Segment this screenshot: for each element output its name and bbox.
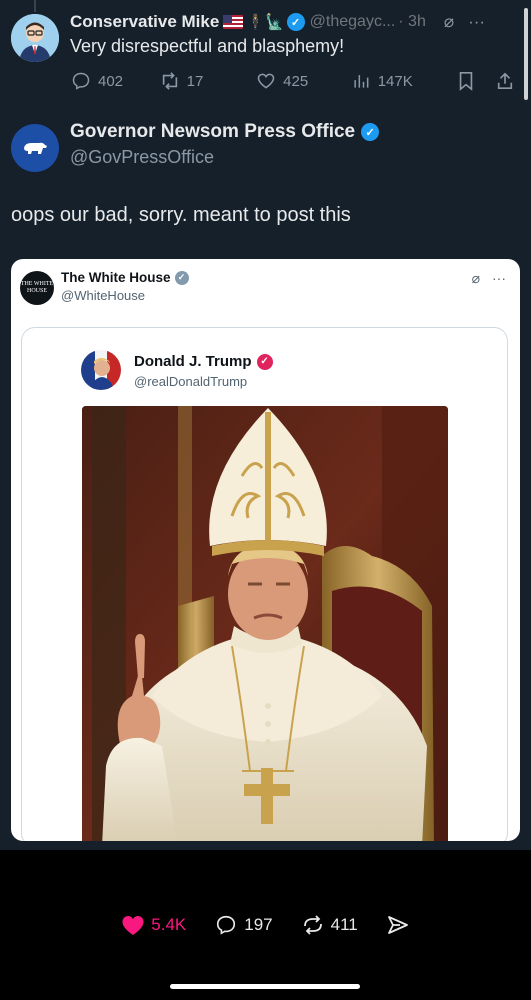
embedded-image[interactable]: THE WHITE HOUSE The White House ✓ @White…: [11, 259, 520, 841]
avatar[interactable]: [11, 124, 59, 172]
verified-badge-icon: ✓: [361, 123, 380, 141]
author-handle[interactable]: @thegayc...: [310, 13, 396, 31]
post-text: oops our bad, sorry. meant to post this: [11, 204, 351, 226]
bear-icon: [24, 142, 47, 154]
author-name[interactable]: Conservative Mike: [70, 12, 219, 32]
avatar[interactable]: [11, 14, 59, 62]
send-icon: [387, 916, 408, 934]
reply-count: 402: [98, 72, 124, 90]
quoted-author: Donald J. Trump ✓: [134, 353, 273, 370]
views-icon: [350, 70, 372, 92]
reply-tweet[interactable]: Conservative Mike 🕴🗽 ✓ @thegayc... · 3h …: [0, 0, 531, 110]
quoted-post: Donald J. Trump ✓ @realDonaldTrump: [21, 327, 508, 841]
reply-text: Very disrespectful and blasphemy!: [70, 36, 345, 56]
reply-actions: 402 17 425 147K: [70, 68, 525, 94]
heart-filled-icon: [122, 916, 144, 935]
embedded-author: The White House ✓: [61, 270, 189, 285]
like-count: 425: [283, 72, 309, 90]
heart-icon: [255, 70, 277, 92]
grok-icon: ⌀: [471, 270, 480, 286]
views-count: 147K: [377, 72, 413, 90]
views-button[interactable]: 147K: [350, 70, 447, 92]
author-name: The White House: [61, 270, 171, 285]
repost-icon: [159, 70, 181, 92]
main-author: Governor Newsom Press Office ✓: [70, 121, 380, 143]
author-handle[interactable]: @GovPressOffice: [70, 147, 214, 168]
like-button[interactable]: 5.4K: [121, 914, 186, 936]
flag-us-icon: [223, 15, 244, 29]
comment-icon: [70, 70, 92, 92]
repost-icon: [303, 915, 322, 935]
embedded-tools: ⌀ ···: [472, 270, 506, 287]
verified-badge-icon: ✓: [174, 270, 189, 285]
avatar: [81, 350, 121, 390]
like-count: 5.4K: [151, 915, 187, 934]
author-name: Donald J. Trump: [134, 353, 252, 370]
avatar: THE WHITE HOUSE: [20, 271, 54, 305]
timestamp: · 3h: [398, 13, 426, 30]
verified-badge-icon: ✓: [286, 13, 305, 31]
repost-count: 17: [186, 72, 204, 90]
comment-icon: [217, 915, 236, 935]
grok-icon[interactable]: ⌀: [444, 12, 454, 32]
bookmark-icon[interactable]: [446, 70, 485, 92]
pope-photo: [82, 406, 448, 841]
name-emojis: 🕴🗽 ✓: [223, 13, 305, 31]
emoji-icons: 🕴🗽: [246, 14, 284, 31]
bottom-actions: 5.4K 197 411: [0, 914, 531, 936]
repost-count: 411: [330, 915, 358, 934]
reply-header: Conservative Mike 🕴🗽 ✓ @thegayc... · 3h …: [70, 11, 525, 33]
comment-button[interactable]: 197: [214, 914, 273, 936]
repost-button[interactable]: 411: [301, 914, 358, 936]
avatar-text: THE WHITE HOUSE: [20, 281, 54, 294]
author-handle: @WhiteHouse: [61, 288, 146, 303]
send-button[interactable]: [386, 914, 410, 936]
reply-button[interactable]: 402: [70, 70, 159, 92]
author-name[interactable]: Governor Newsom Press Office: [70, 121, 355, 143]
more-options-icon: ···: [492, 270, 506, 286]
home-indicator[interactable]: [170, 984, 360, 989]
repost-button[interactable]: 17: [159, 70, 256, 92]
bottom-bar: 5.4K 197 411: [0, 850, 531, 1000]
share-icon[interactable]: [486, 70, 525, 92]
more-options-icon[interactable]: ···: [468, 12, 485, 32]
author-handle: @realDonaldTrump: [134, 374, 248, 389]
verified-badge-icon: ✓: [256, 353, 273, 370]
comment-count: 197: [244, 915, 273, 934]
like-button[interactable]: 425: [255, 70, 350, 92]
